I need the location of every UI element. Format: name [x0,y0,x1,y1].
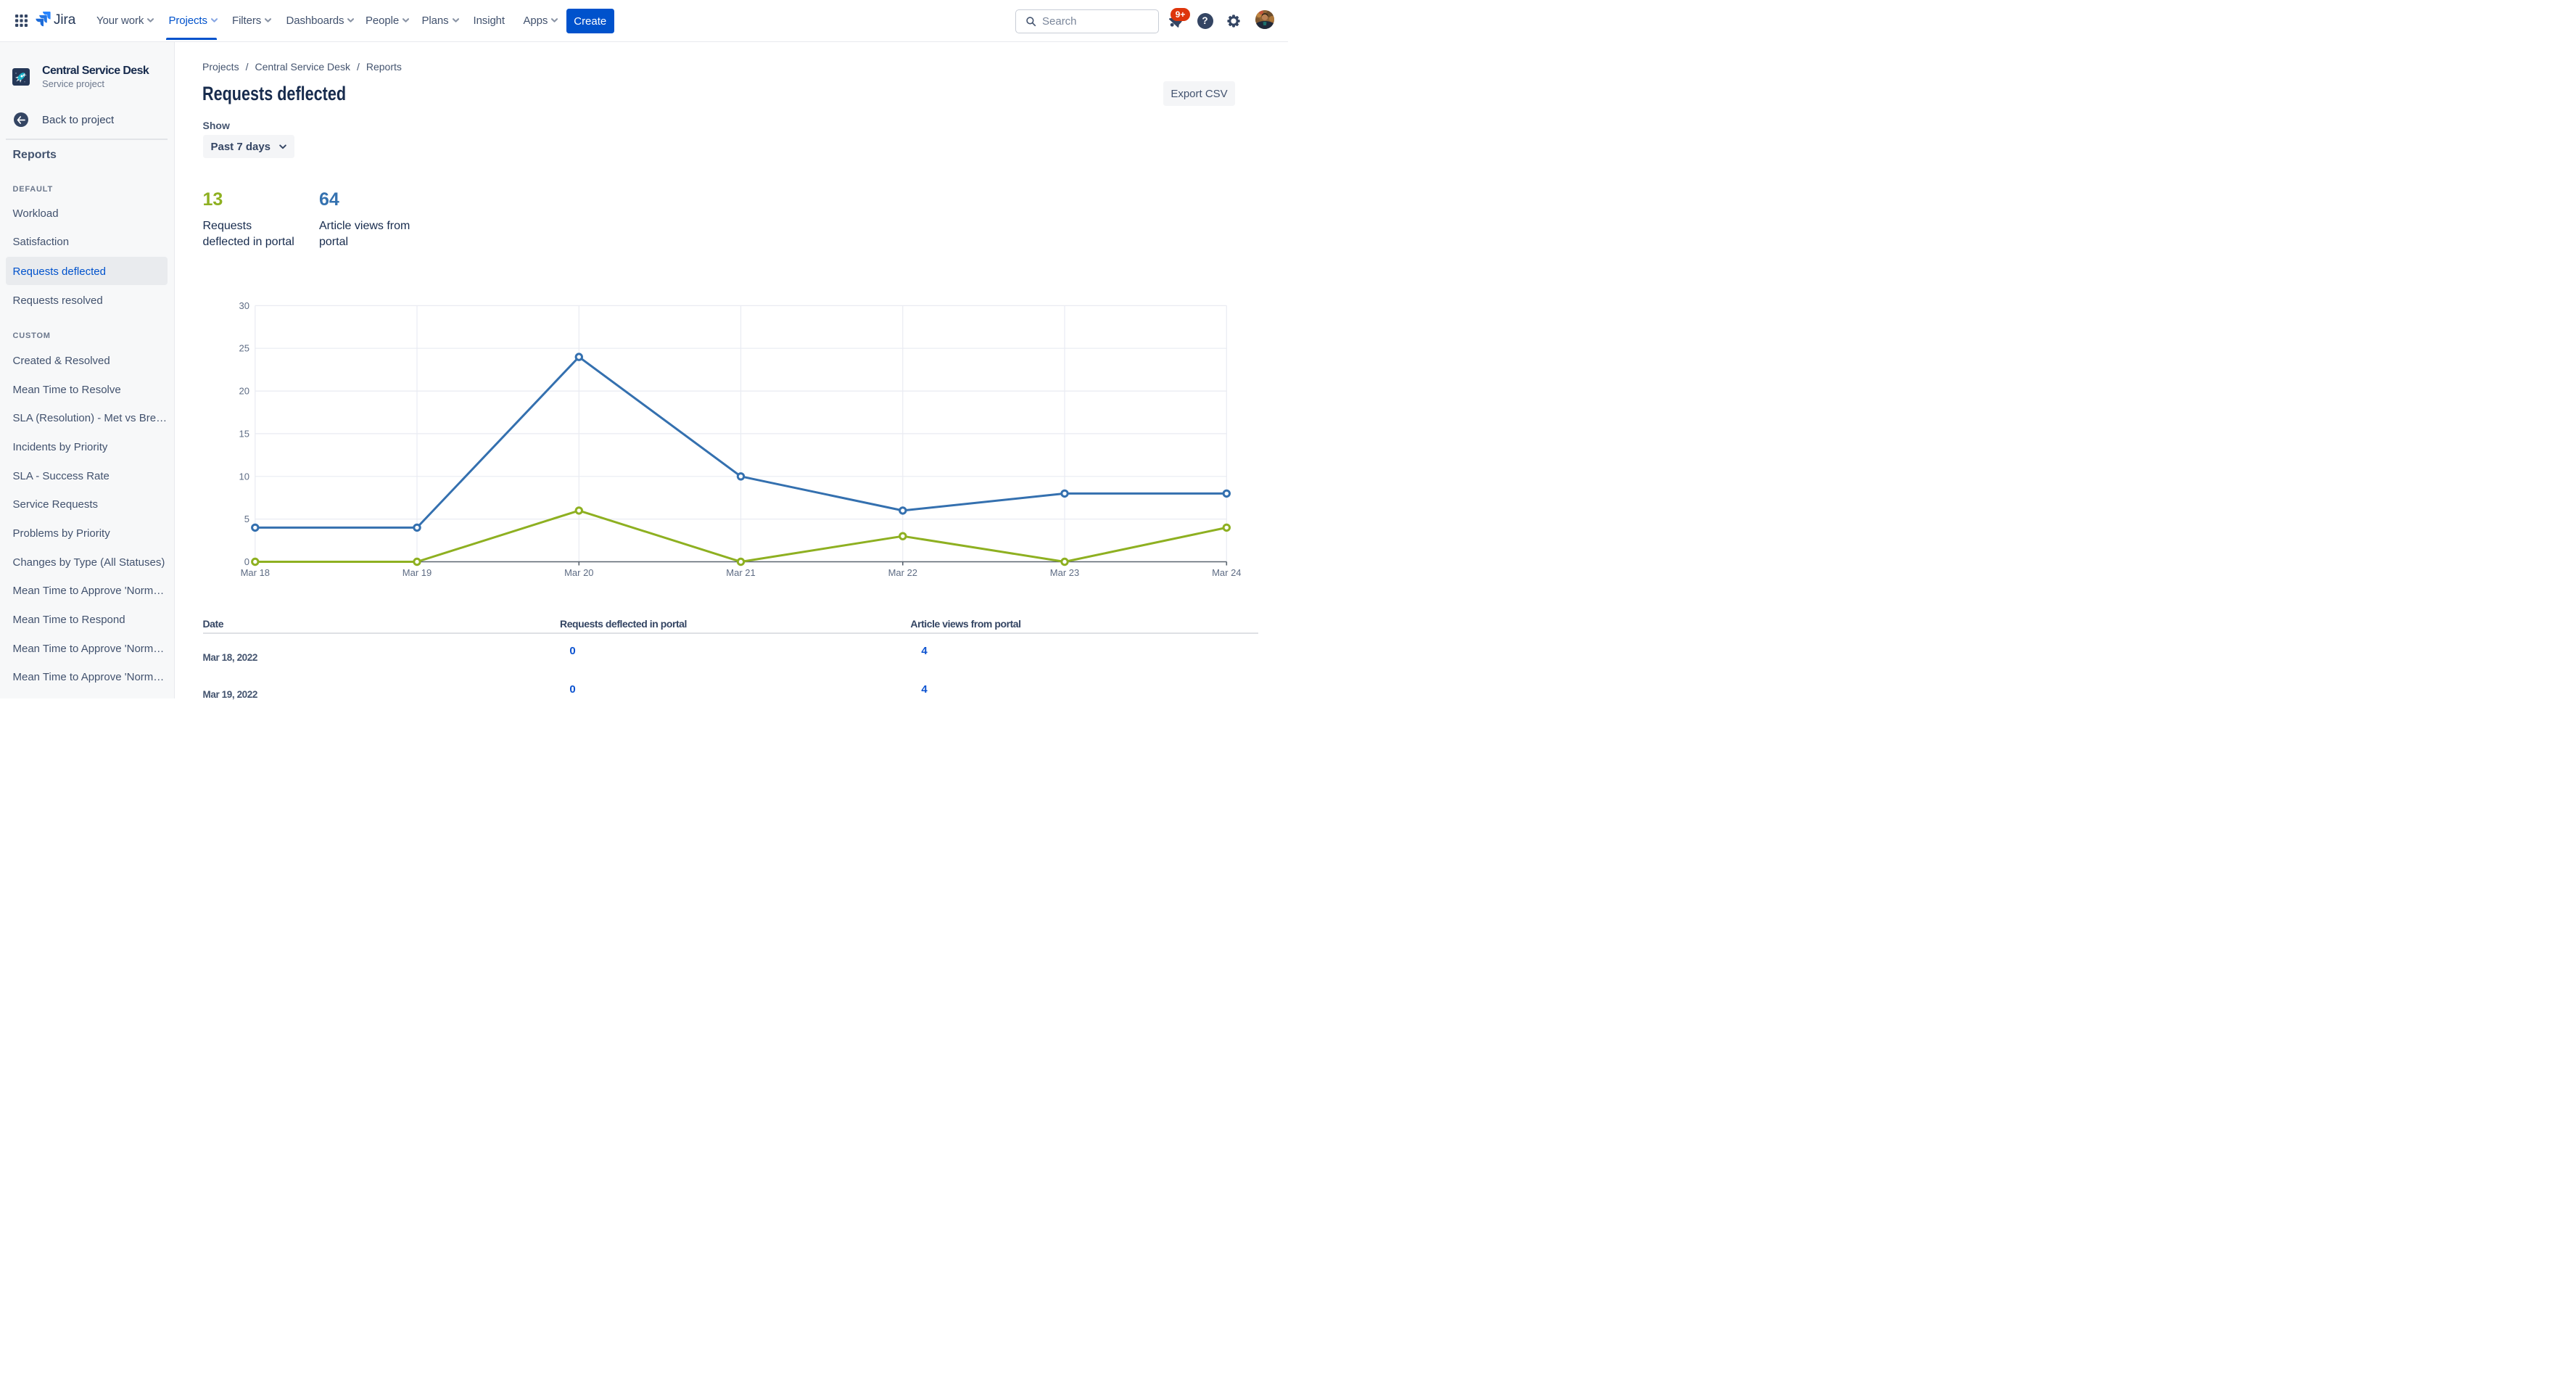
svg-text:Mar 22: Mar 22 [888,567,917,578]
svg-text:5: 5 [244,514,249,524]
svg-text:Mar 21: Mar 21 [726,567,755,578]
svg-text:15: 15 [239,428,249,439]
svg-text:20: 20 [239,386,249,397]
svg-text:Mar 24: Mar 24 [1212,567,1241,578]
svg-text:30: 30 [239,300,249,311]
svg-text:Mar 19: Mar 19 [402,567,432,578]
svg-text:Mar 18: Mar 18 [241,567,270,578]
svg-text:Mar 23: Mar 23 [1050,567,1079,578]
svg-text:0: 0 [244,556,249,567]
svg-text:Mar 20: Mar 20 [564,567,593,578]
svg-text:25: 25 [239,343,249,354]
svg-text:10: 10 [239,471,249,482]
